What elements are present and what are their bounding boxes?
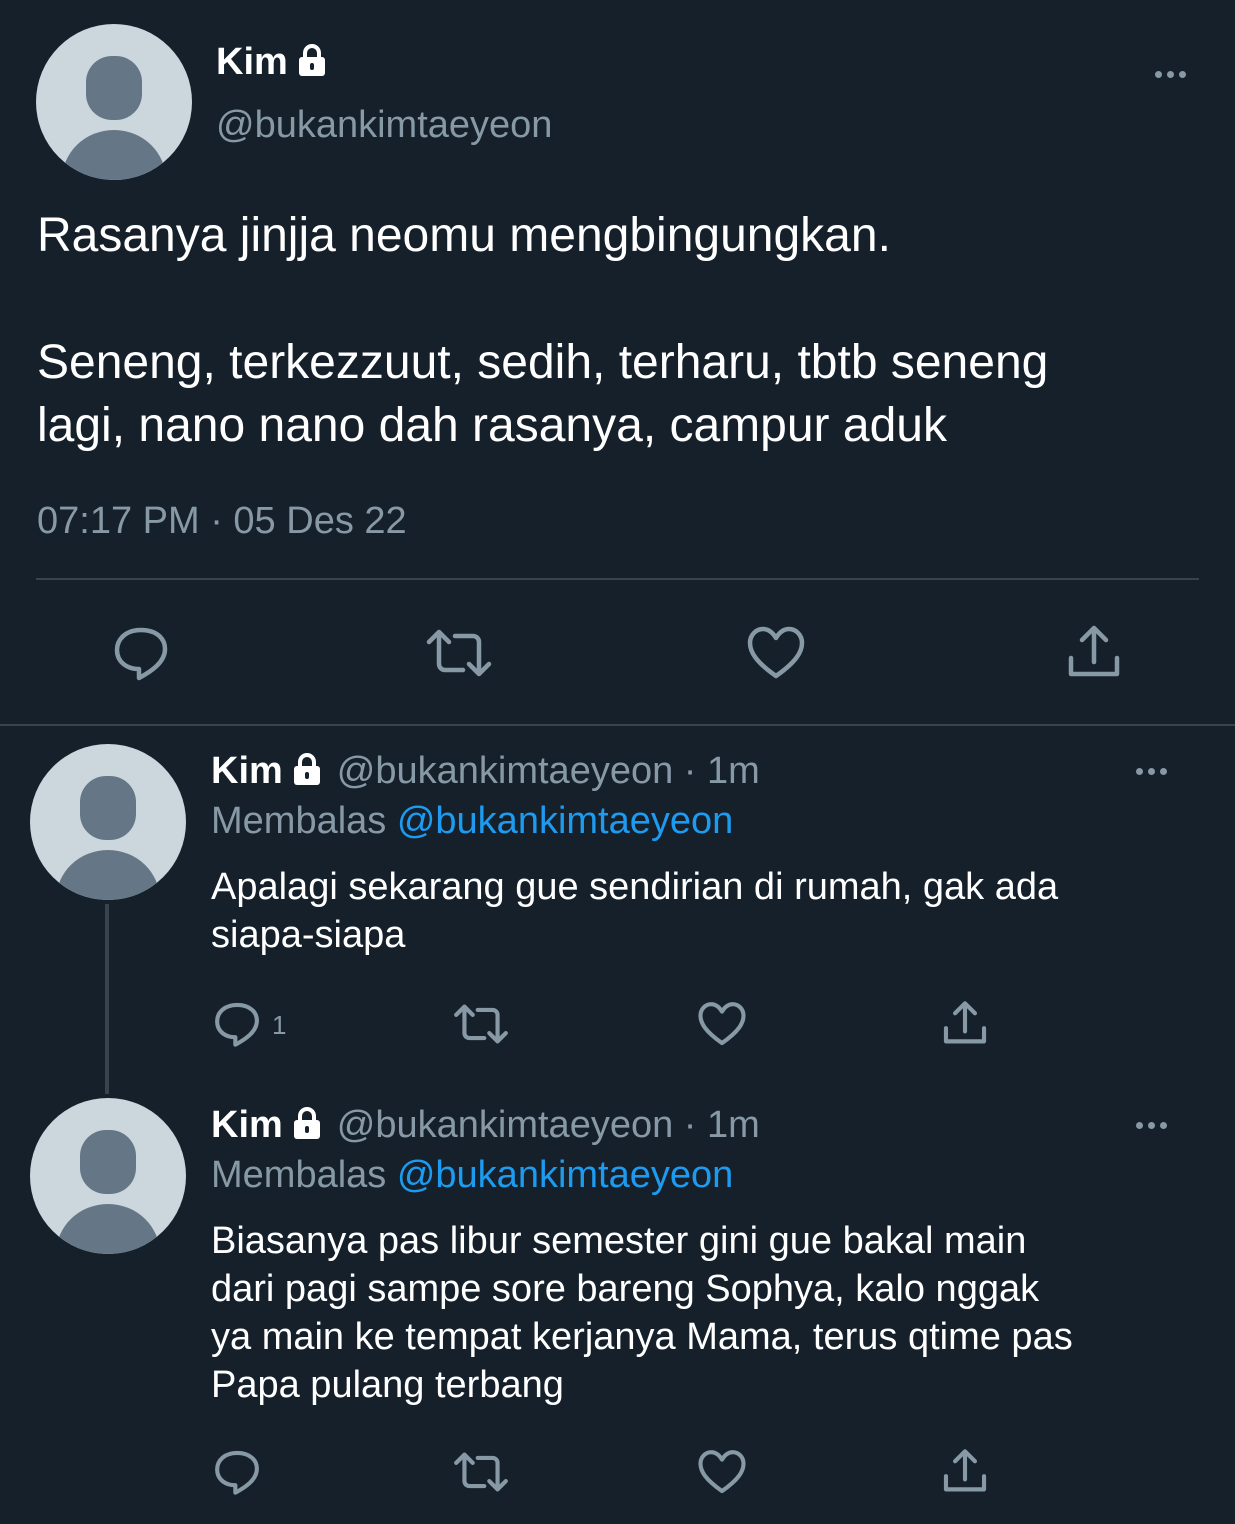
tweet-text-line: Rasanya jinjja neomu mengbingungkan. bbox=[37, 209, 891, 262]
reply-icon[interactable] bbox=[213, 1448, 261, 1496]
tweet-text-line: Papa pulang terbang bbox=[211, 1364, 564, 1406]
time-ago: · 1m bbox=[673, 1103, 760, 1146]
retweet-icon[interactable] bbox=[452, 1448, 510, 1496]
tweet-text-line: dari pagi sampe sore bareng Sophya, kalo… bbox=[211, 1268, 1040, 1310]
retweet-icon[interactable] bbox=[452, 1000, 510, 1048]
tweet-text-line: Apalagi sekarang gue sendirian di rumah,… bbox=[211, 866, 1059, 908]
retweet-icon[interactable] bbox=[425, 624, 493, 682]
like-icon[interactable] bbox=[697, 1448, 747, 1496]
divider bbox=[36, 578, 1199, 580]
avatar[interactable] bbox=[36, 24, 192, 180]
tweet-text-line: Biasanya pas libur semester gini gue bak… bbox=[211, 1220, 1027, 1262]
like-icon[interactable] bbox=[746, 624, 806, 682]
display-name[interactable]: Kim bbox=[216, 41, 288, 84]
thread-line bbox=[105, 904, 109, 1094]
lock-icon bbox=[291, 752, 323, 786]
tweet-text-line: ya main ke tempat kerjanya Mama, terus q… bbox=[211, 1316, 1073, 1358]
share-icon[interactable] bbox=[941, 1000, 989, 1048]
avatar[interactable] bbox=[30, 1098, 186, 1254]
time-ago: · 1m bbox=[673, 749, 760, 792]
replying-to-label: Membalas bbox=[211, 800, 397, 842]
replying-to-label: Membalas bbox=[211, 1154, 397, 1196]
more-options-icon[interactable] bbox=[1136, 768, 1167, 775]
lock-icon bbox=[296, 43, 328, 77]
username[interactable]: @bukankimtaeyeon bbox=[337, 1104, 673, 1147]
lock-icon bbox=[291, 1106, 323, 1140]
username[interactable]: @bukankimtaeyeon bbox=[337, 750, 673, 793]
share-icon[interactable] bbox=[941, 1448, 989, 1496]
display-name[interactable]: Kim bbox=[211, 750, 283, 793]
tweet-text-line: Seneng, terkezzuut, sedih, terharu, tbtb… bbox=[37, 336, 1049, 389]
display-name[interactable]: Kim bbox=[211, 1104, 283, 1147]
reply-icon[interactable] bbox=[112, 624, 170, 682]
more-options-icon[interactable] bbox=[1155, 71, 1186, 78]
timestamp[interactable]: 07:17 PM · 05 Des 22 bbox=[37, 500, 407, 543]
more-options-icon[interactable] bbox=[1136, 1122, 1167, 1129]
reply-icon[interactable] bbox=[213, 1000, 261, 1048]
share-icon[interactable] bbox=[1066, 624, 1122, 682]
tweet-text-line: siapa-siapa bbox=[211, 914, 406, 956]
divider bbox=[0, 724, 1235, 726]
mention-link[interactable]: @bukankimtaeyeon bbox=[397, 1154, 733, 1196]
like-icon[interactable] bbox=[697, 1000, 747, 1048]
mention-link[interactable]: @bukankimtaeyeon bbox=[397, 800, 733, 842]
reply-count: 1 bbox=[272, 1010, 287, 1040]
tweet-text-line: lagi, nano nano dah rasanya, campur aduk bbox=[37, 399, 947, 452]
avatar[interactable] bbox=[30, 744, 186, 900]
username[interactable]: @bukankimtaeyeon bbox=[216, 104, 552, 147]
